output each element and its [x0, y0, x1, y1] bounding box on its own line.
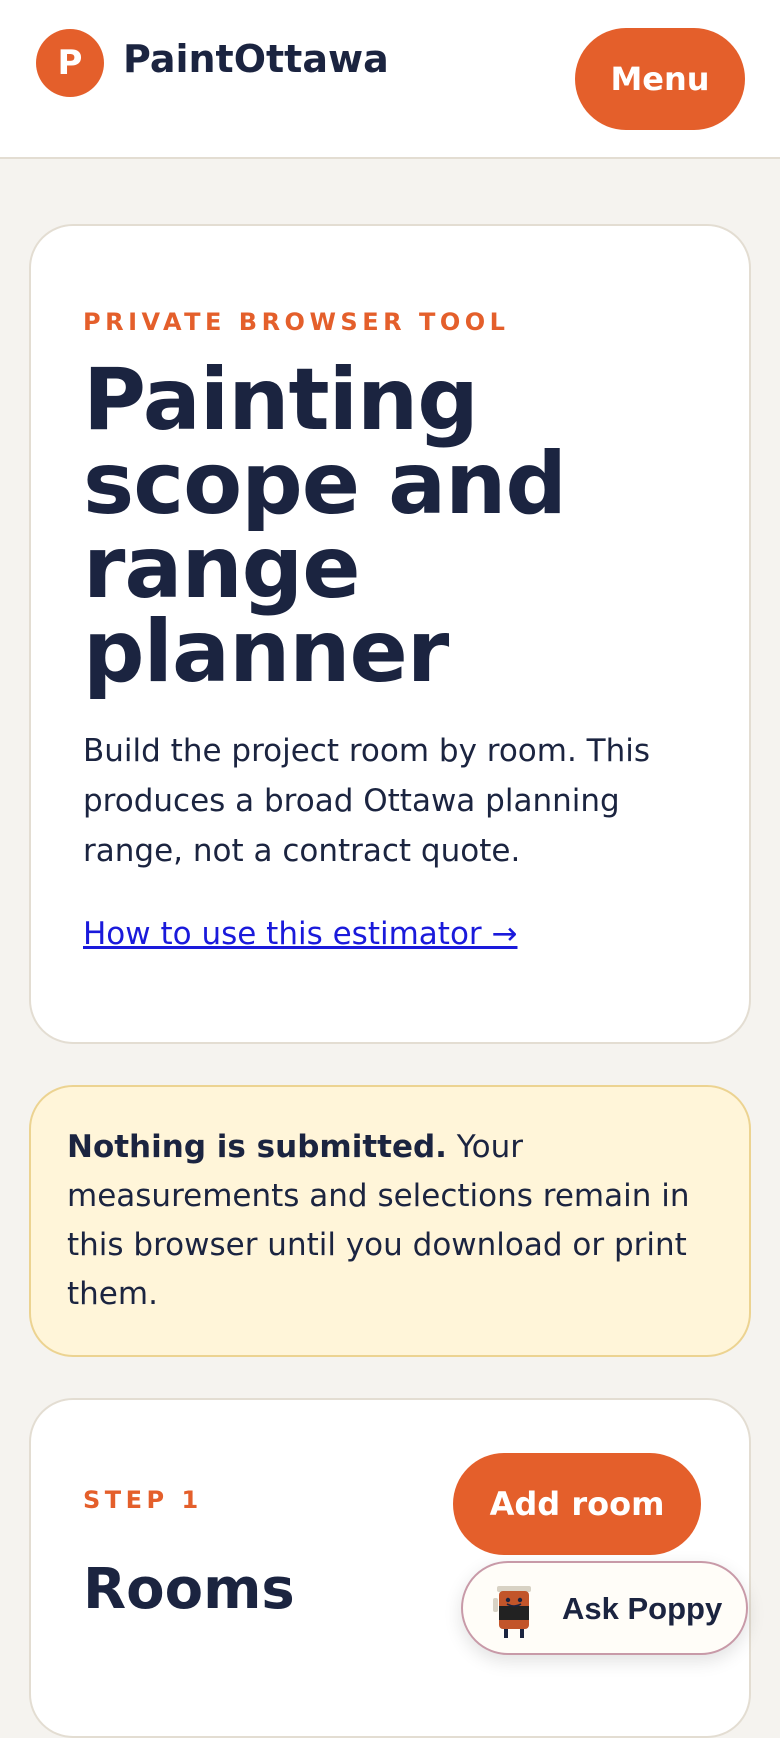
page-title: Painting scope and range planner: [83, 350, 567, 702]
ask-poppy-button[interactable]: Ask Poppy: [461, 1561, 748, 1655]
step-eyebrow: STEP 1: [83, 1486, 203, 1514]
site-header: P PaintOttawa Menu: [0, 0, 780, 159]
add-room-button[interactable]: Add room: [453, 1453, 701, 1555]
menu-button[interactable]: Menu: [575, 28, 745, 130]
hero-card: PRIVATE BROWSER TOOL Painting scope and …: [29, 224, 751, 1044]
hero-eyebrow: PRIVATE BROWSER TOOL: [83, 308, 510, 336]
brand-name[interactable]: PaintOttawa: [123, 36, 389, 82]
paint-can-mascot-icon: [493, 1586, 531, 1638]
how-to-use-link[interactable]: How to use this estimator →: [83, 914, 517, 954]
step-title: Rooms: [83, 1557, 295, 1622]
notice-bold: Nothing is submitted.: [67, 1129, 447, 1165]
privacy-notice: Nothing is submitted. Your measurements …: [29, 1085, 751, 1357]
hero-description: Build the project room by room. This pro…: [83, 733, 651, 869]
ask-poppy-label: Ask Poppy: [562, 1591, 723, 1626]
logo-icon[interactable]: P: [36, 29, 104, 97]
notice-text: Nothing is submitted. Your measurements …: [67, 1123, 727, 1319]
